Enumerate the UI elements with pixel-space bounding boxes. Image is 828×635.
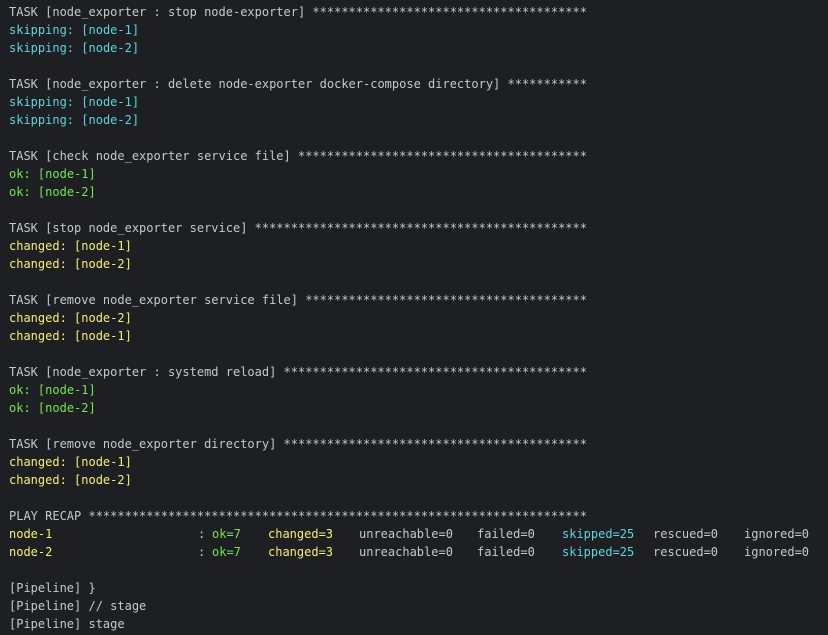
task-result-line: ok: [node-2] xyxy=(9,183,828,201)
result-host: [node-1] xyxy=(81,23,140,37)
task-result-line: changed: [node-1] xyxy=(9,237,828,255)
recap-skipped: skipped=25 xyxy=(562,527,635,541)
result-host: [node-2] xyxy=(81,113,140,127)
result-status: ok: xyxy=(9,167,31,181)
result-status: changed: xyxy=(9,257,67,271)
recap-ignored: ignored=0 xyxy=(744,545,810,559)
result-status: ok: xyxy=(9,401,31,415)
task-result-line: ok: [node-2] xyxy=(9,399,828,417)
result-status: skipping: xyxy=(9,95,75,109)
result-status: changed: xyxy=(9,311,67,325)
task-result-line: changed: [node-2] xyxy=(9,309,828,327)
task-header: TASK [stop node_exporter service] ******… xyxy=(9,221,587,235)
recap-changed: changed=3 xyxy=(268,545,334,559)
task-header: TASK [node_exporter : stop node-exporter… xyxy=(9,5,587,19)
recap-header: PLAY RECAP *****************************… xyxy=(9,509,587,523)
task-header: TASK [node_exporter : systemd reload] **… xyxy=(9,365,587,379)
recap-colon: : xyxy=(198,545,206,559)
recap-failed: failed=0 xyxy=(477,527,535,541)
result-status: changed: xyxy=(9,329,67,343)
task-result-line: skipping: [node-1] xyxy=(9,21,828,39)
result-host: [node-1] xyxy=(74,329,132,343)
result-status: changed: xyxy=(9,455,67,469)
task-result-line: skipping: [node-2] xyxy=(9,39,828,57)
result-host: [node-1] xyxy=(37,383,96,397)
result-status: ok: xyxy=(9,185,31,199)
terminal-output: TASK [node_exporter : stop node-exporter… xyxy=(0,0,828,635)
pipeline-line: [Pipeline] // stage xyxy=(9,599,147,613)
result-host: [node-1] xyxy=(37,167,96,181)
result-host: [node-2] xyxy=(74,257,132,271)
task-result-line: ok: [node-1] xyxy=(9,165,828,183)
recap-ignored: ignored=0 xyxy=(744,527,810,541)
result-host: [node-2] xyxy=(81,41,140,55)
recap-failed: failed=0 xyxy=(477,545,535,559)
recap-rescued: rescued=0 xyxy=(653,545,719,559)
result-status: changed: xyxy=(9,473,67,487)
recap-ok: ok=7 xyxy=(212,527,241,541)
result-host: [node-1] xyxy=(74,455,132,469)
result-host: [node-1] xyxy=(74,239,132,253)
recap-colon: : xyxy=(198,527,206,541)
task-result-line: skipping: [node-2] xyxy=(9,111,828,129)
result-status: changed: xyxy=(9,239,67,253)
result-status: skipping: xyxy=(9,41,75,55)
recap-row-node-1: node-1 : ok=7 changed=3 unreachable=0 fa… xyxy=(9,525,828,543)
result-host: [node-2] xyxy=(37,401,96,415)
task-header: TASK [remove node_exporter directory] **… xyxy=(9,437,587,451)
result-status: skipping: xyxy=(9,113,75,127)
recap-unreachable: unreachable=0 xyxy=(359,545,453,559)
pipeline-line: [Pipeline] stage xyxy=(9,617,125,631)
pipeline-line: [Pipeline] } xyxy=(9,581,96,595)
result-host: [node-2] xyxy=(74,473,132,487)
result-host: [node-2] xyxy=(37,185,96,199)
recap-changed: changed=3 xyxy=(268,527,334,541)
recap-skipped: skipped=25 xyxy=(562,545,635,559)
task-result-line: changed: [node-1] xyxy=(9,453,828,471)
task-result-line: ok: [node-1] xyxy=(9,381,828,399)
result-host: [node-2] xyxy=(74,311,132,325)
recap-unreachable: unreachable=0 xyxy=(359,527,453,541)
recap-rescued: rescued=0 xyxy=(653,527,719,541)
task-header: TASK [check node_exporter service file] … xyxy=(9,149,587,163)
result-status: ok: xyxy=(9,383,31,397)
recap-host: node-2 xyxy=(9,545,53,559)
task-result-line: changed: [node-2] xyxy=(9,255,828,273)
result-host: [node-1] xyxy=(81,95,140,109)
task-result-line: changed: [node-2] xyxy=(9,471,828,489)
result-status: skipping: xyxy=(9,23,75,37)
recap-row-node-2: node-2 : ok=7 changed=3 unreachable=0 fa… xyxy=(9,543,828,561)
task-result-line: skipping: [node-1] xyxy=(9,93,828,111)
task-header: TASK [remove node_exporter service file]… xyxy=(9,293,587,307)
task-header: TASK [node_exporter : delete node-export… xyxy=(9,77,587,91)
recap-ok: ok=7 xyxy=(212,545,241,559)
task-result-line: changed: [node-1] xyxy=(9,327,828,345)
recap-host: node-1 xyxy=(9,527,53,541)
